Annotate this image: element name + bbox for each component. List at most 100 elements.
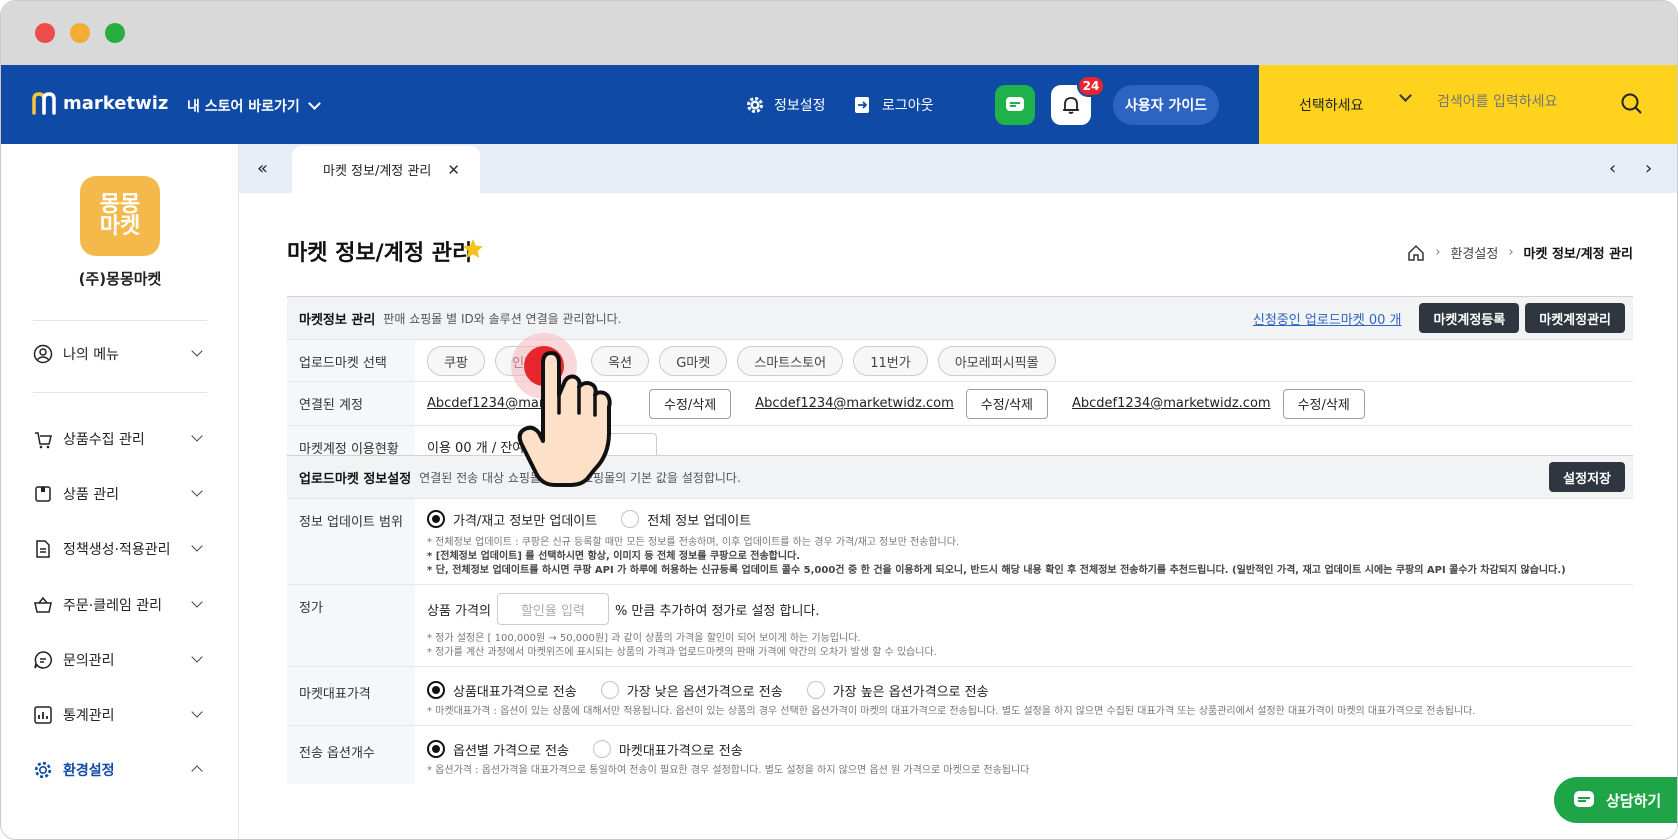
comment-icon <box>33 650 53 670</box>
chevron-down-icon <box>191 706 203 718</box>
market-pill-amorepacific[interactable]: 아모레퍼시픽몰 <box>937 346 1056 376</box>
box-icon <box>33 484 53 504</box>
consult-chat-button[interactable]: 상담하기 <box>1554 777 1677 823</box>
breadcrumb-current: 마켓 정보/계정 관리 <box>1523 247 1633 262</box>
sidebar-item-product-collect[interactable]: 상품수집 관리 <box>33 424 207 454</box>
star-icon[interactable] <box>461 237 485 261</box>
chevron-down-icon <box>307 97 321 110</box>
tab-market-info[interactable]: 마켓 정보/계정 관리 ✕ <box>292 146 480 193</box>
edit-delete-button[interactable]: 수정/삭제 <box>965 388 1049 419</box>
user-guide-button[interactable]: 사용자 가이드 <box>1113 85 1219 125</box>
logo-text: marketwiz <box>63 92 169 114</box>
touch-pointer-hand-icon <box>511 333 612 487</box>
settings-nav-item[interactable]: 정보설정 <box>745 95 826 115</box>
message-button[interactable] <box>995 85 1035 125</box>
help-note: * 정가를 계산 과정에서 마켓위즈에 표시되는 상품의 가격과 업로드마켓의 … <box>427 647 937 658</box>
home-icon[interactable] <box>1407 244 1425 262</box>
user-icon <box>33 344 53 364</box>
chevron-left-icon[interactable]: ‹ <box>1609 158 1616 179</box>
sidebar-item-label: 문의관리 <box>63 653 115 669</box>
radio-label: 전체 정보 업데이트 <box>647 513 752 529</box>
price-prefix: 상품 가격의 <box>427 603 491 619</box>
radio-unchecked-icon <box>600 681 619 699</box>
upload-settings-section: 업로드마켓 정보설정 연결된 전송 대상 쇼핑몰/임대형 쇼핑몰의 기본 값을 … <box>287 455 1633 784</box>
search-bar: 선택하세요 <box>1259 65 1677 144</box>
chevron-down-icon <box>191 540 203 552</box>
close-window-icon[interactable] <box>35 23 55 43</box>
edit-delete-button[interactable]: 수정/삭제 <box>1282 388 1365 419</box>
update-scope-value: 가격/재고 정보만 업데이트 전체 정보 업데이트 * 전체정보 업데이트 : … <box>415 499 1633 584</box>
option-count-row: 전송 옵션개수 옵션별 가격으로 전송 마켓대표가격으로 전송 * 옵션가격 :… <box>287 726 1633 784</box>
logout-label: 로그아웃 <box>882 98 934 114</box>
sidebar-item-order[interactable]: 주문·클레임 관리 <box>33 590 207 620</box>
edit-delete-button[interactable]: 수정/삭제 <box>648 388 732 419</box>
help-note: * 전체정보 업데이트 : 쿠팡은 신규 등록할 때만 모든 정보를 전송하며,… <box>427 537 960 548</box>
list-price-value: 상품 가격의 할인율 입력 % 만큼 추가하여 정가로 설정 합니다. * 정가… <box>415 585 1633 666</box>
list-price-row: 정가 상품 가격의 할인율 입력 % 만큼 추가하여 정가로 설정 합니다. *… <box>287 585 1633 667</box>
gear-icon <box>745 95 765 115</box>
chevron-down-icon <box>191 596 203 608</box>
sidebar-item-label: 통계관리 <box>63 708 115 724</box>
manage-market-account-button[interactable]: 마켓계정관리 <box>1525 303 1625 333</box>
logo[interactable]: marketwiz <box>31 91 168 115</box>
radio-market-rep-price[interactable]: 마켓대표가격으로 전송 <box>592 740 743 759</box>
chevron-down-icon <box>191 651 203 663</box>
search-category-select[interactable]: 선택하세요 <box>1299 95 1363 115</box>
brand-logo-text: 몽몽 마켓 <box>99 192 141 239</box>
main-content: 마켓 정보/계정 관리 › 환경설정 › 마켓 정보/계정 관리 마켓정보 관리… <box>239 193 1677 839</box>
market-pill-coupang[interactable]: 쿠팡 <box>427 346 485 376</box>
maximize-window-icon[interactable] <box>105 23 125 43</box>
search-icon[interactable] <box>1619 91 1645 117</box>
sidebar: 몽몽 마켓 (주)몽몽마켓 나의 메뉴 상품수집 관리 상품 관리 정책생성·적… <box>1 144 239 839</box>
sidebar-item-statistics[interactable]: 통계관리 <box>33 700 207 730</box>
radio-update-price-stock[interactable]: 가격/재고 정보만 업데이트 <box>427 510 597 529</box>
sidebar-item-my-menu[interactable]: 나의 메뉴 <box>33 339 207 369</box>
sidebar-item-product[interactable]: 상품 관리 <box>33 479 207 509</box>
chevron-right-icon[interactable]: › <box>1645 158 1652 179</box>
option-count-value: 옵션별 가격으로 전송 마켓대표가격으로 전송 * 옵션가격 : 옵션가격을 대… <box>415 726 1633 784</box>
close-icon[interactable]: ✕ <box>447 161 460 179</box>
sidebar-item-policy[interactable]: 정책생성·적용관리 <box>33 534 207 564</box>
row-label: 연결된 계정 <box>287 382 415 425</box>
section-header: 마켓정보 관리 판매 쇼핑몰 별 ID와 솔루션 연결을 관리합니다. 신청중인… <box>287 296 1633 340</box>
minimize-window-icon[interactable] <box>70 23 90 43</box>
register-market-account-button[interactable]: 마켓계정등록 <box>1419 303 1520 333</box>
breadcrumb-item[interactable]: 환경설정 <box>1450 243 1498 262</box>
representative-price-row: 마켓대표가격 상품대표가격으로 전송 가장 낮은 옵션가격으로 전송 가장 높은… <box>287 667 1633 726</box>
help-note: * 단, 전체정보 업데이트를 하시면 쿠팡 API 가 하루에 허용하는 신규… <box>427 565 1566 576</box>
cart-download-icon <box>33 429 53 449</box>
chevron-down-icon <box>191 430 203 442</box>
sidebar-divider <box>33 320 207 321</box>
discount-rate-input[interactable]: 할인율 입력 <box>496 593 609 625</box>
breadcrumb-separator: › <box>1435 245 1441 260</box>
radio-rep-highest-option[interactable]: 가장 높은 옵션가격으로 전송 <box>806 681 989 700</box>
chat-bubble-icon <box>1574 791 1594 807</box>
update-scope-row: 정보 업데이트 범위 가격/재고 정보만 업데이트 전체 정보 업데이트 * 전… <box>287 499 1633 585</box>
chevron-down-icon <box>1399 89 1412 102</box>
radio-rep-product-price[interactable]: 상품대표가격으로 전송 <box>427 681 577 700</box>
store-link[interactable]: 내 스토어 바로가기 <box>187 96 321 116</box>
representative-price-value: 상품대표가격으로 전송 가장 낮은 옵션가격으로 전송 가장 높은 옵션가격으로… <box>415 667 1633 725</box>
search-input[interactable] <box>1437 94 1637 110</box>
market-pill-smartstore[interactable]: 스마트스토어 <box>737 346 844 376</box>
gear-icon <box>33 760 53 780</box>
chevron-down-icon <box>191 485 203 497</box>
collapse-sidebar-icon[interactable]: « <box>257 158 268 179</box>
radio-update-all[interactable]: 전체 정보 업데이트 <box>621 510 751 529</box>
save-settings-button[interactable]: 설정저장 <box>1549 462 1625 492</box>
market-pill-11st[interactable]: 11번가 <box>853 346 928 376</box>
radio-checked-icon <box>427 740 445 758</box>
logout-nav-item[interactable]: 로그아웃 <box>853 95 934 115</box>
applying-market-link[interactable]: 신청중인 업로드마켓 00 개 <box>1253 309 1402 328</box>
account-email[interactable]: Abcdef1234@marketwidz.com <box>1072 396 1271 411</box>
radio-checked-icon <box>427 681 445 699</box>
radio-rep-lowest-option[interactable]: 가장 낮은 옵션가격으로 전송 <box>600 681 783 700</box>
chat-bubble-icon <box>1006 97 1024 111</box>
sidebar-item-label: 나의 메뉴 <box>63 347 119 363</box>
sidebar-item-inquiry[interactable]: 문의관리 <box>33 645 207 675</box>
radio-option-price[interactable]: 옵션별 가격으로 전송 <box>427 740 569 759</box>
sidebar-item-settings[interactable]: 환경설정 <box>33 755 207 785</box>
account-email[interactable]: Abcdef1234@marketwidz.com <box>755 396 954 411</box>
market-pill-gmarket[interactable]: G마켓 <box>659 346 728 376</box>
sidebar-item-label: 정책생성·적용관리 <box>63 542 171 558</box>
